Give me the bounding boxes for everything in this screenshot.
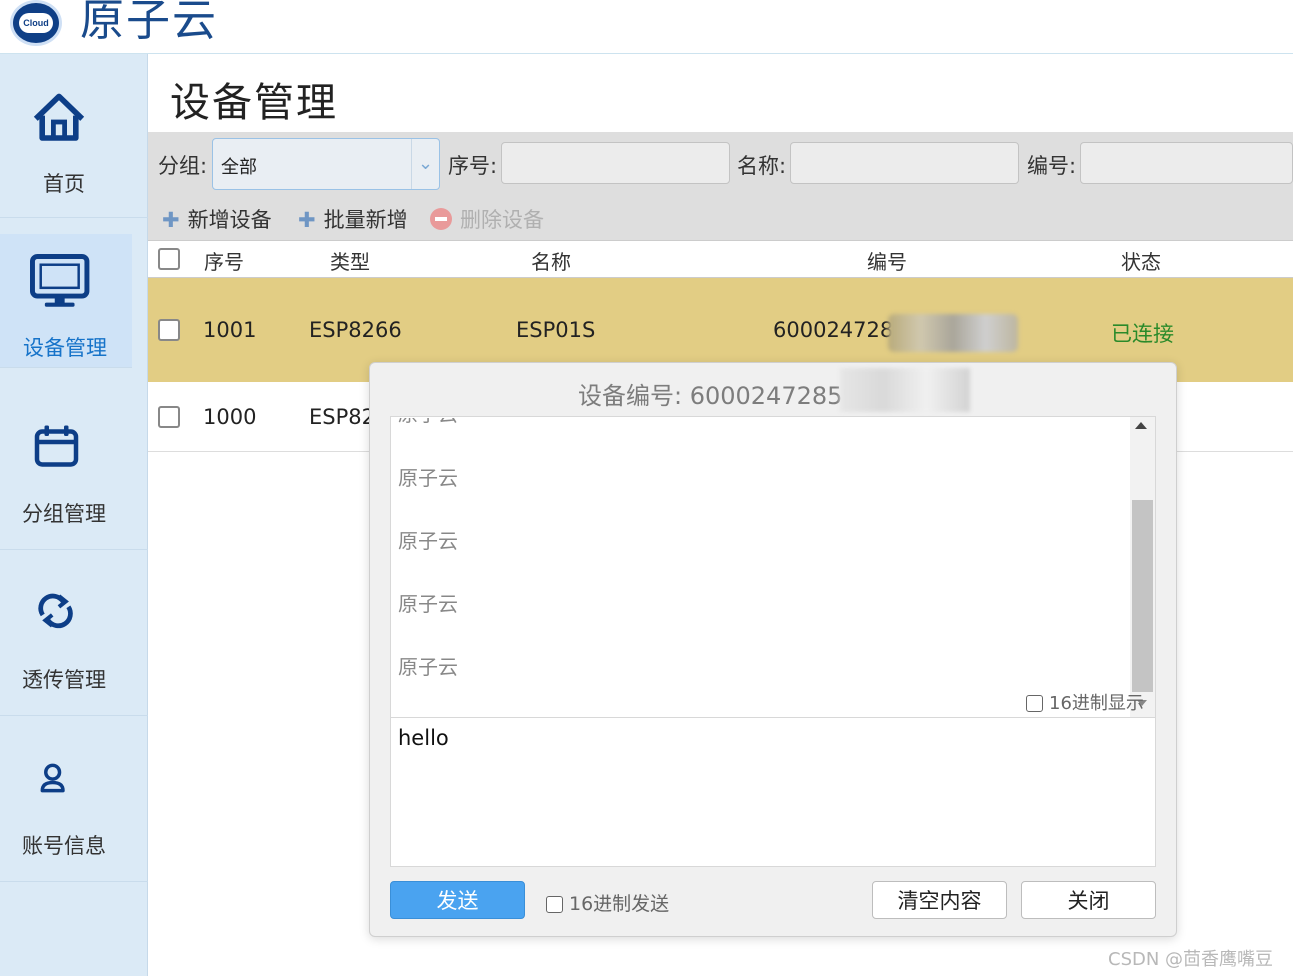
add-device-button[interactable]: ✚ 新增设备 xyxy=(162,204,272,234)
scrollbar-thumb[interactable] xyxy=(1132,500,1153,692)
sidebar-item-passthrough[interactable]: 透传管理 xyxy=(0,550,148,716)
group-select-value: 全部 xyxy=(221,157,257,178)
select-all-checkbox[interactable] xyxy=(158,248,180,270)
cell-type: ESP82 xyxy=(309,405,375,429)
sidebar-item-label: 账号信息 xyxy=(22,834,106,858)
app-header: Cloud 原子云 xyxy=(0,0,1293,54)
chevron-down-icon[interactable]: ⌄ xyxy=(411,139,439,189)
redaction-blur xyxy=(888,314,1018,352)
message-item: 原子云 xyxy=(398,592,458,616)
add-device-label: 新增设备 xyxy=(187,208,272,232)
name-input[interactable] xyxy=(790,142,1019,184)
sidebar-item-groups[interactable]: 分组管理 xyxy=(0,384,148,550)
receive-area[interactable] xyxy=(390,416,1156,718)
column-header-name: 名称 xyxy=(531,250,571,274)
hex-display-toggle[interactable]: 16进制显示 xyxy=(1026,689,1144,715)
message-item: 原子云 xyxy=(398,529,458,553)
sidebar: 首页 设备管理 分组管理 透传管理 账号信息 xyxy=(0,54,148,976)
sync-icon xyxy=(38,593,73,629)
name-label: 名称: xyxy=(737,154,787,178)
send-text-value: hello xyxy=(398,726,449,750)
code-input[interactable] xyxy=(1080,142,1293,184)
group-label: 分组: xyxy=(158,154,208,178)
close-button[interactable]: 关闭 xyxy=(1021,881,1156,919)
hex-display-label: 16进制显示 xyxy=(1049,693,1144,714)
batch-add-label: 批量新增 xyxy=(323,208,408,232)
cell-type: ESP8266 xyxy=(309,318,402,342)
dialog-title: 设备编号: 60002472859 xyxy=(578,382,858,410)
message-item: 原子云 xyxy=(398,466,458,490)
batch-add-button[interactable]: ✚ 批量新增 xyxy=(298,204,408,234)
code-label: 编号: xyxy=(1027,154,1077,178)
sidebar-item-devices[interactable]: 设备管理 xyxy=(0,234,132,368)
seq-input[interactable] xyxy=(501,142,730,184)
clear-content-button[interactable]: 清空内容 xyxy=(872,881,1007,919)
message-item: 原子云 xyxy=(398,655,458,679)
seq-label: 序号: xyxy=(448,154,498,178)
scroll-up-icon[interactable] xyxy=(1135,422,1147,429)
send-button[interactable]: 发送 xyxy=(390,881,525,919)
cell-name: ESP01S xyxy=(516,318,596,342)
sidebar-item-account[interactable]: 账号信息 xyxy=(0,716,148,882)
sidebar-item-home[interactable]: 首页 xyxy=(0,54,148,218)
row-checkbox[interactable] xyxy=(158,406,180,428)
sidebar-item-label: 首页 xyxy=(43,172,85,196)
page-title: 设备管理 xyxy=(170,80,338,126)
cell-status: 已连接 xyxy=(1111,322,1174,346)
sidebar-item-label: 透传管理 xyxy=(22,668,106,692)
column-header-type: 类型 xyxy=(330,250,370,274)
user-icon xyxy=(40,763,65,793)
logo-icon: Cloud xyxy=(10,0,62,46)
plus-icon: ✚ xyxy=(298,208,316,232)
column-header-seq: 序号 xyxy=(204,250,244,274)
hex-send-checkbox[interactable] xyxy=(546,896,563,913)
remove-circle-icon xyxy=(430,208,452,230)
redaction-blur xyxy=(840,368,970,412)
hex-send-label: 16进制发送 xyxy=(569,893,670,915)
column-header-code: 编号 xyxy=(867,250,907,274)
column-header-status: 状态 xyxy=(1121,250,1161,274)
calendar-icon xyxy=(34,425,79,467)
logo-badge-text: Cloud xyxy=(19,13,53,33)
app-logo-text: 原子云 xyxy=(80,0,218,46)
delete-device-button[interactable]: 删除设备 xyxy=(430,204,544,234)
message-item-clipped: 原子云 xyxy=(398,418,462,426)
send-textarea[interactable] xyxy=(390,717,1156,867)
hex-send-toggle[interactable]: 16进制发送 xyxy=(546,889,669,916)
home-icon xyxy=(33,93,85,141)
watermark: CSDN @茴香鹰嘴豆 xyxy=(1108,949,1274,970)
group-select[interactable]: 全部 ⌄ xyxy=(212,138,440,190)
cell-seq: 1000 xyxy=(203,405,257,429)
plus-icon: ✚ xyxy=(162,208,180,232)
row-checkbox[interactable] xyxy=(158,319,180,341)
sidebar-item-label: 设备管理 xyxy=(23,336,107,360)
sidebar-item-label: 分组管理 xyxy=(22,502,106,526)
hex-display-checkbox[interactable] xyxy=(1026,695,1043,712)
delete-device-label: 删除设备 xyxy=(460,208,544,232)
monitor-icon xyxy=(30,254,90,307)
cell-seq: 1001 xyxy=(203,318,257,342)
